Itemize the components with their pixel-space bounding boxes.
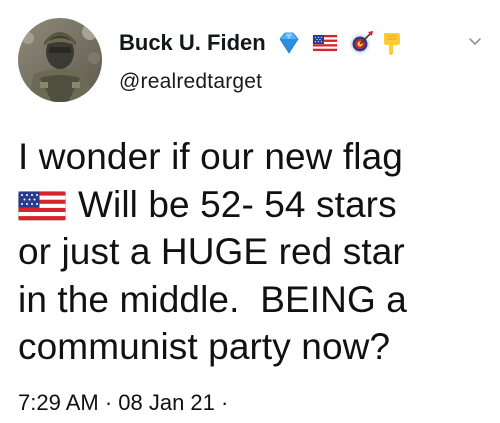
avatar[interactable]	[18, 18, 102, 102]
tweet-timestamp[interactable]: 7:29 AM · 08 Jan 21 ·	[18, 390, 228, 416]
tweet-text-line: Will be 52- 54 stars	[18, 181, 488, 229]
name-row: Buck U. Fiden	[119, 28, 489, 58]
user-handle[interactable]: @realredtarget	[119, 70, 489, 94]
tweet-card: Buck U. Fiden @realredtarget I wonder if…	[0, 0, 500, 423]
target-icon	[349, 31, 373, 54]
us-flag-icon	[312, 34, 337, 52]
tweet-text-line: in the middle. BEING a	[18, 278, 407, 320]
tweet-text-line-content: Will be 52- 54 stars	[78, 183, 397, 225]
tweet-text-line: communist party now?	[18, 326, 391, 367]
pointing-down-hand-icon	[383, 33, 400, 55]
display-name[interactable]: Buck U. Fiden	[119, 30, 266, 56]
tweet-header: Buck U. Fiden @realredtarget	[119, 28, 489, 94]
soldier-avatar-icon	[18, 18, 102, 102]
gem-icon	[279, 32, 299, 54]
tweet-text-line: I wonder if our new flag	[18, 136, 403, 177]
chevron-down-icon[interactable]	[467, 34, 483, 50]
tweet-text: I wonder if our new flag Will be 52- 54 …	[18, 133, 488, 371]
tweet-text-line: or just a HUGE red star	[18, 231, 405, 272]
us-flag-icon	[18, 190, 66, 221]
